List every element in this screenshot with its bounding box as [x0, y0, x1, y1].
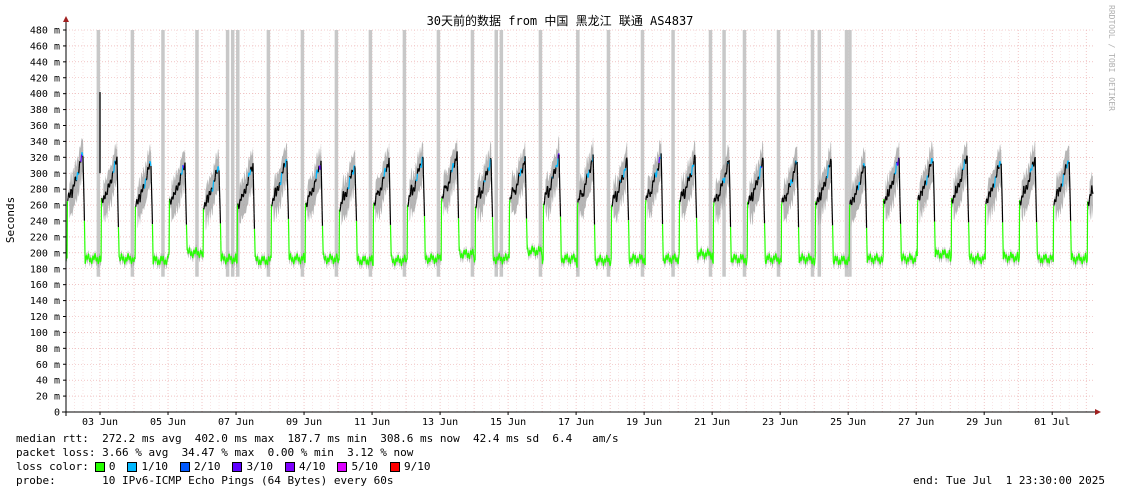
median-rtt-stats: median rtt: 272.2 ms avg 402.0 ms max 18… [16, 432, 619, 445]
y-tick-label: 280 m [30, 185, 60, 196]
loss-band [640, 30, 645, 277]
y-tick-label: 360 m [30, 121, 60, 132]
y-tick-label: 460 m [30, 41, 60, 52]
loss-color-value: 1/10 [141, 460, 168, 473]
x-tick-label: 01 Jul [1034, 417, 1070, 428]
loss-band [742, 30, 747, 277]
loss-band [266, 30, 271, 277]
loss-band [436, 30, 441, 277]
loss-color-legend: loss color: 0 1/10 2/10 3/10 4/10 5/10 9/10 [16, 460, 619, 474]
y-tick-label: 80 m [36, 344, 60, 355]
y-tick-label: 40 m [36, 376, 60, 387]
y-tick-label: 260 m [30, 201, 60, 212]
y-tick-label: 420 m [30, 73, 60, 84]
y-tick-label: 60 m [36, 360, 60, 371]
loss-band [130, 30, 135, 277]
rrdtool-watermark: RRDTOOL / TOBI OETIKER [1107, 5, 1116, 111]
packet-loss-stats: packet loss: 3.66 % avg 34.47 % max 0.00… [16, 446, 414, 459]
loss-band [776, 30, 781, 277]
loss-band [230, 30, 235, 277]
end-time: end: Tue Jul 1 23:30:00 2025 [912, 474, 1105, 487]
loss-color-swatch [337, 462, 348, 472]
x-tick-label: 09 Jun [286, 417, 322, 428]
y-axis-arrow [63, 16, 69, 22]
loss-color-swatch [127, 462, 138, 472]
x-tick-label: 11 Jun [354, 417, 390, 428]
y-tick-label: 480 m [30, 26, 60, 37]
loss-color-swatch [94, 462, 105, 472]
loss-color-value: 5/10 [351, 460, 378, 473]
loss-band [368, 30, 373, 277]
x-tick-label: 17 Jun [558, 417, 594, 428]
x-tick-label: 03 Jun [82, 417, 118, 428]
loss-band [606, 30, 611, 277]
loss-color-value: 2/10 [193, 460, 221, 473]
loss-bands-layer [96, 30, 852, 277]
loss-band [722, 30, 726, 277]
loss-band [195, 30, 199, 277]
y-tick-label: 220 m [30, 232, 60, 243]
loss-band [671, 30, 675, 277]
y-tick-label: 340 m [30, 137, 60, 148]
loss-color-label: loss color: [16, 460, 89, 473]
loss-color-value: 9/10 [403, 460, 431, 473]
loss-band [225, 30, 230, 277]
chart-area: 0 20 m 40 m 60 m 80 m 100 m 120 m 140 m 160 m 180… [4, 5, 1116, 428]
y-tick-label: 120 m [30, 312, 60, 323]
y-tick-label: 140 m [30, 296, 60, 307]
loss-band [161, 30, 165, 277]
y-tick-label: 300 m [30, 169, 60, 180]
loss-band [494, 30, 498, 277]
loss-band [810, 30, 815, 277]
y-tick-label: 20 m [36, 392, 60, 403]
x-tick-label: 21 Jun [694, 417, 730, 428]
y-tick-label: 240 m [30, 217, 60, 228]
loss-band [708, 30, 713, 277]
x-tick-label: 29 Jun [966, 417, 1002, 428]
y-tick-label: 180 m [30, 264, 60, 275]
legend-block: median rtt: 272.2 ms avg 402.0 ms max 18… [16, 432, 619, 488]
x-tick-label: 05 Jun [150, 417, 186, 428]
loss-color-swatch [232, 462, 243, 472]
loss-band [844, 30, 849, 277]
x-tick-label: 15 Jun [490, 417, 526, 428]
loss-color-swatch [284, 462, 295, 472]
loss-color-swatch [389, 462, 400, 472]
y-tick-label: 100 m [30, 328, 60, 339]
loss-band [538, 30, 543, 277]
loss-color-swatch [179, 462, 190, 472]
x-axis-arrow [1095, 409, 1101, 415]
loss-band [334, 30, 339, 277]
loss-color-value: 4/10 [298, 460, 326, 473]
x-tick-label: 07 Jun [218, 417, 254, 428]
loss-band [402, 30, 407, 277]
x-tick-label: 27 Jun [898, 417, 934, 428]
y-tick-label: 0 [54, 408, 60, 419]
x-tick-label: 13 Jun [422, 417, 458, 428]
y-tick-label: 160 m [30, 280, 60, 291]
y-tick-label: 320 m [30, 153, 60, 164]
axis-layer: 0 20 m 40 m 60 m 80 m 100 m 120 m 140 m 160 m 180… [30, 16, 1101, 428]
y-tick-label: 380 m [30, 105, 60, 116]
loss-band [300, 30, 305, 277]
y-tick-label: 400 m [30, 89, 60, 100]
loss-band [470, 30, 475, 277]
x-tick-label: 19 Jun [626, 417, 662, 428]
loss-band [499, 30, 504, 277]
loss-color-value: 0 [108, 460, 116, 473]
loss-band [817, 30, 822, 277]
chart-title: 30天前的数据 from 中国 黑龙江 联通 AS4837 [427, 13, 694, 28]
y-tick-label: 200 m [30, 248, 60, 259]
y-tick-label: 440 m [30, 57, 60, 68]
x-tick-label: 25 Jun [830, 417, 866, 428]
y-axis-label: Seconds [4, 197, 17, 243]
x-tick-label: 23 Jun [762, 417, 798, 428]
loss-color-value: 3/10 [246, 460, 273, 473]
probe-info: probe: 10 IPv6-ICMP Echo Pings (64 Bytes… [16, 474, 394, 487]
